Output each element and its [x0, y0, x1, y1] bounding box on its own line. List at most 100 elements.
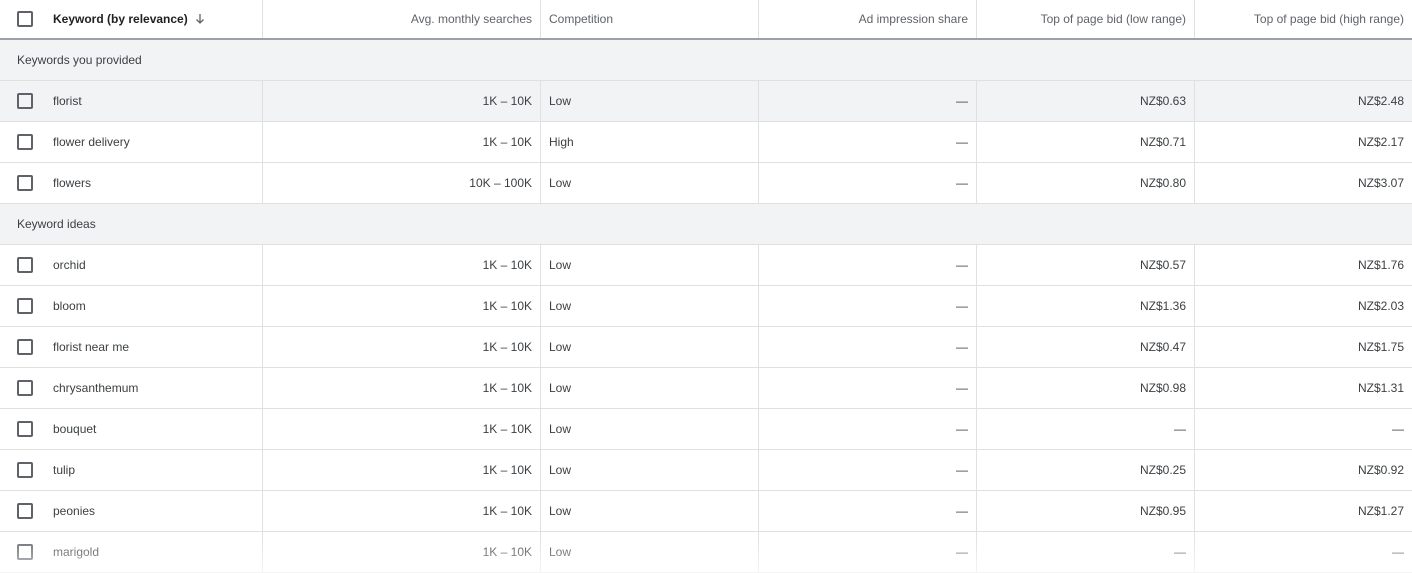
row-checkbox[interactable] [17, 421, 33, 437]
competition-cell: Low [541, 491, 759, 531]
table-row[interactable]: bloom 1K – 10K Low — NZ$1.36 NZ$2.03 [0, 286, 1412, 327]
keyword-cell: bloom [0, 286, 263, 326]
avg-monthly-searches-cell: 1K – 10K [263, 491, 541, 531]
avg-monthly-searches-cell: 1K – 10K [263, 532, 541, 572]
bid-high-cell: NZ$0.92 [1357, 463, 1404, 477]
avg-monthly-searches-cell: 1K – 10K [263, 450, 541, 490]
row-checkbox[interactable] [17, 380, 33, 396]
row-checkbox[interactable] [17, 544, 33, 560]
ad-impression-share-cell: — [759, 286, 977, 326]
keyword-cell: bouquet [0, 409, 263, 449]
keyword-text: chrysanthemum [53, 381, 139, 395]
ad-impression-share-cell: — [759, 532, 977, 572]
ad-impression-share-cell: — [759, 491, 977, 531]
table-row[interactable]: flower delivery 1K – 10K High — NZ$0.71 NZ$2.… [0, 122, 1412, 163]
avg-monthly-searches-cell: 1K – 10K [263, 122, 541, 162]
keyword-cell: flower delivery [0, 122, 263, 162]
avg-monthly-searches-cell: 1K – 10K [263, 368, 541, 408]
keyword-cell: orchid [0, 245, 263, 285]
table-header-row: Keyword (by relevance) Avg. monthly sear… [0, 0, 1412, 40]
competition-cell: Low [541, 81, 759, 121]
table-body: Keywords you provided florist 1K – 10K Low —… [0, 40, 1412, 573]
row-checkbox[interactable] [17, 175, 33, 191]
header-bid-low[interactable]: Top of page bid (low range) [977, 0, 1195, 38]
ad-impression-share-cell: — [759, 245, 977, 285]
ad-impression-share-cell: — [759, 163, 977, 203]
competition-cell: Low [541, 286, 759, 326]
competition-cell: Low [541, 245, 759, 285]
bid-low-cell: — [977, 532, 1195, 572]
keyword-text: bouquet [53, 422, 97, 436]
bid-low-cell: NZ$0.63 [977, 81, 1195, 121]
ad-impression-share-cell: — [759, 368, 977, 408]
bid-high-cell: NZ$2.03 [1357, 299, 1404, 313]
header-bid-high[interactable]: Top of page bid (high range) [1195, 0, 1412, 38]
avg-monthly-searches-cell: 10K – 100K [263, 163, 541, 203]
bid-high-cell: NZ$1.27 [1357, 504, 1404, 518]
bid-low-cell: NZ$1.36 [977, 286, 1195, 326]
table-row[interactable]: marigold 1K – 10K Low — — — [0, 532, 1412, 573]
ad-impression-share-cell: — [759, 450, 977, 490]
keyword-text: florist [53, 94, 82, 108]
header-keyword[interactable]: Keyword (by relevance) [0, 0, 263, 38]
avg-monthly-searches-cell: 1K – 10K [263, 81, 541, 121]
header-competition[interactable]: Competition [541, 0, 759, 38]
ad-impression-share-cell: — [759, 81, 977, 121]
avg-monthly-searches-cell: 1K – 10K [263, 245, 541, 285]
table-row[interactable]: flowers 10K – 100K Low — NZ$0.80 NZ$3.07 [0, 163, 1412, 204]
bid-high-cell: NZ$1.31 [1357, 381, 1404, 395]
competition-cell: Low [541, 368, 759, 408]
bid-high-cell: NZ$3.07 [1357, 176, 1404, 190]
row-checkbox[interactable] [17, 257, 33, 273]
bid-high-cell: — [1392, 545, 1404, 559]
bid-high-cell: — [1392, 422, 1404, 436]
keyword-cell: marigold [0, 532, 263, 572]
table-row[interactable]: florist 1K – 10K Low — NZ$0.63 NZ$2.48 [0, 81, 1412, 122]
avg-monthly-searches-cell: 1K – 10K [263, 286, 541, 326]
row-checkbox[interactable] [17, 462, 33, 478]
bid-high-cell: NZ$2.48 [1357, 94, 1404, 108]
keyword-text: flowers [53, 176, 92, 190]
row-checkbox[interactable] [17, 503, 33, 519]
keyword-cell: tulip [0, 450, 263, 490]
bid-low-cell: NZ$0.25 [977, 450, 1195, 490]
row-checkbox[interactable] [17, 93, 33, 109]
bid-low-cell: — [977, 409, 1195, 449]
ad-impression-share-cell: — [759, 327, 977, 367]
table-row[interactable]: chrysanthemum 1K – 10K Low — NZ$0.98 NZ$1.31 [0, 368, 1412, 409]
bid-low-cell: NZ$0.47 [977, 327, 1195, 367]
competition-cell: Low [541, 532, 759, 572]
table-row[interactable]: tulip 1K – 10K Low — NZ$0.25 NZ$0.92 [0, 450, 1412, 491]
bid-low-cell: NZ$0.95 [977, 491, 1195, 531]
table-row[interactable]: orchid 1K – 10K Low — NZ$0.57 NZ$1.76 [0, 245, 1412, 286]
header-ad-impression-share[interactable]: Ad impression share [759, 0, 977, 38]
competition-cell: Low [541, 163, 759, 203]
section-header: Keyword ideas [0, 204, 1412, 245]
keyword-cell: chrysanthemum [0, 368, 263, 408]
row-checkbox[interactable] [17, 134, 33, 150]
keyword-text: orchid [53, 258, 86, 272]
bid-high-cell: NZ$2.17 [1357, 135, 1404, 149]
keyword-text: bloom [53, 299, 86, 313]
keyword-text: flower delivery [53, 135, 130, 149]
keyword-cell: peonies [0, 491, 263, 531]
keyword-cell: florist near me [0, 327, 263, 367]
select-all-checkbox[interactable] [17, 11, 33, 27]
section-header: Keywords you provided [0, 40, 1412, 81]
ad-impression-share-cell: — [759, 409, 977, 449]
row-checkbox[interactable] [17, 298, 33, 314]
avg-monthly-searches-cell: 1K – 10K [263, 327, 541, 367]
header-keyword-label[interactable]: Keyword (by relevance) [53, 12, 188, 26]
keyword-text: florist near me [53, 340, 130, 354]
keyword-text: peonies [53, 504, 96, 518]
header-avg-monthly-searches[interactable]: Avg. monthly searches [263, 0, 541, 38]
table-row[interactable]: bouquet 1K – 10K Low — — — [0, 409, 1412, 450]
row-checkbox[interactable] [17, 339, 33, 355]
arrow-down-icon[interactable] [194, 13, 206, 25]
keyword-ideas-table: Keyword (by relevance) Avg. monthly sear… [0, 0, 1412, 573]
ad-impression-share-cell: — [759, 122, 977, 162]
competition-cell: High [541, 122, 759, 162]
table-row[interactable]: peonies 1K – 10K Low — NZ$0.95 NZ$1.27 [0, 491, 1412, 532]
table-row[interactable]: florist near me 1K – 10K Low — NZ$0.47 NZ$1.7… [0, 327, 1412, 368]
avg-monthly-searches-cell: 1K – 10K [263, 409, 541, 449]
